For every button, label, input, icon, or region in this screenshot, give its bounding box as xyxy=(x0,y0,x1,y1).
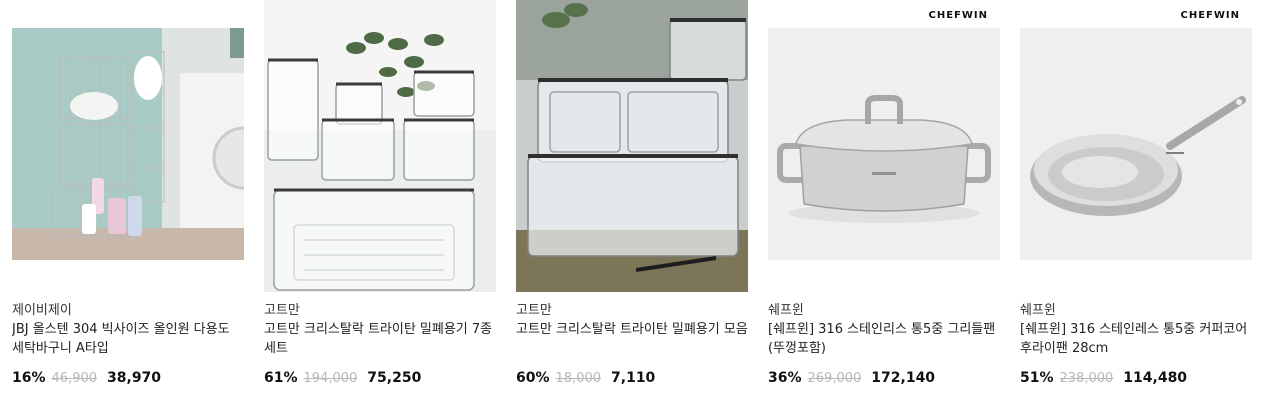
chefwin-logo: CHEFWIN xyxy=(928,10,988,21)
product-brand: 쉐프윈 xyxy=(1020,303,1056,318)
discount-rate: 51% xyxy=(1020,370,1054,386)
frying-pan-icon xyxy=(1020,28,1252,260)
original-price: 18,000 xyxy=(555,371,602,386)
product-image[interactable] xyxy=(12,28,244,260)
product-title[interactable]: 고트만 크리스탈락 트라이탄 밀폐용기 7종세트 xyxy=(264,320,496,358)
sale-price: 7,110 xyxy=(611,370,656,386)
original-price: 269,000 xyxy=(807,371,862,386)
product-card[interactable]: 고트만 고트만 크리스탈락 트라이탄 밀폐용기 모음 60% 18,000 7,11… xyxy=(516,0,748,420)
price-row: 36% 269,000 172,140 xyxy=(768,366,1000,388)
product-brand: 고트만 xyxy=(516,303,552,318)
product-image[interactable] xyxy=(1020,28,1252,260)
discount-rate: 36% xyxy=(768,370,802,386)
chefwin-logo: CHEFWIN xyxy=(1180,10,1240,21)
product-title[interactable]: 고트만 크리스탈락 트라이탄 밀폐용기 모음 xyxy=(516,320,748,358)
product-grid: 제이비제이 JBJ 올스텐 304 빅사이즈 올인원 다용도 세탁바구니 A타입… xyxy=(0,0,1268,420)
product-card[interactable]: CHEFWIN 쉐프윈 [쉐프윈] 316 스테인레스 통5중 커퍼코어 후라이… xyxy=(1020,0,1252,420)
product-brand: 제이비제이 xyxy=(12,303,72,318)
price-row: 51% 238,000 114,480 xyxy=(1020,366,1252,388)
sale-price: 38,970 xyxy=(107,370,162,386)
product-brand: 고트만 xyxy=(264,303,300,318)
product-image[interactable] xyxy=(516,0,748,292)
sale-price: 75,250 xyxy=(367,370,422,386)
original-price: 194,000 xyxy=(303,371,358,386)
sale-price: 172,140 xyxy=(871,370,936,386)
product-title[interactable]: [쉐프윈] 316 스테인리스 통5중 그리들팬(뚜껑포함) xyxy=(768,320,1000,358)
food-container-icon xyxy=(516,0,748,292)
price-row: 16% 46,900 38,970 xyxy=(12,366,244,388)
product-card[interactable]: 고트만 고트만 크리스탈락 트라이탄 밀폐용기 7종세트 61% 194,000 7… xyxy=(264,0,496,420)
product-title[interactable]: [쉐프윈] 316 스테인레스 통5중 커퍼코어 후라이팬 28cm xyxy=(1020,320,1252,358)
laundry-basket-icon xyxy=(12,28,244,260)
product-brand: 쉐프윈 xyxy=(768,303,804,318)
product-card[interactable]: 제이비제이 JBJ 올스텐 304 빅사이즈 올인원 다용도 세탁바구니 A타입… xyxy=(12,0,244,420)
product-image[interactable] xyxy=(264,0,496,292)
product-title[interactable]: JBJ 올스텐 304 빅사이즈 올인원 다용도 세탁바구니 A타입 xyxy=(12,320,244,358)
discount-rate: 16% xyxy=(12,370,46,386)
discount-rate: 61% xyxy=(264,370,298,386)
product-card[interactable]: CHEFWIN 쉐프윈 [쉐프윈] 316 스테인리스 통5중 그리들팬(뚜껑포… xyxy=(768,0,1000,420)
product-image[interactable] xyxy=(768,28,1000,260)
sale-price: 114,480 xyxy=(1123,370,1188,386)
price-row: 60% 18,000 7,110 xyxy=(516,366,748,388)
food-container-icon xyxy=(264,0,496,292)
original-price: 46,900 xyxy=(51,371,98,386)
griddle-pan-icon xyxy=(768,28,1000,260)
price-row: 61% 194,000 75,250 xyxy=(264,366,496,388)
original-price: 238,000 xyxy=(1059,371,1114,386)
discount-rate: 60% xyxy=(516,370,550,386)
